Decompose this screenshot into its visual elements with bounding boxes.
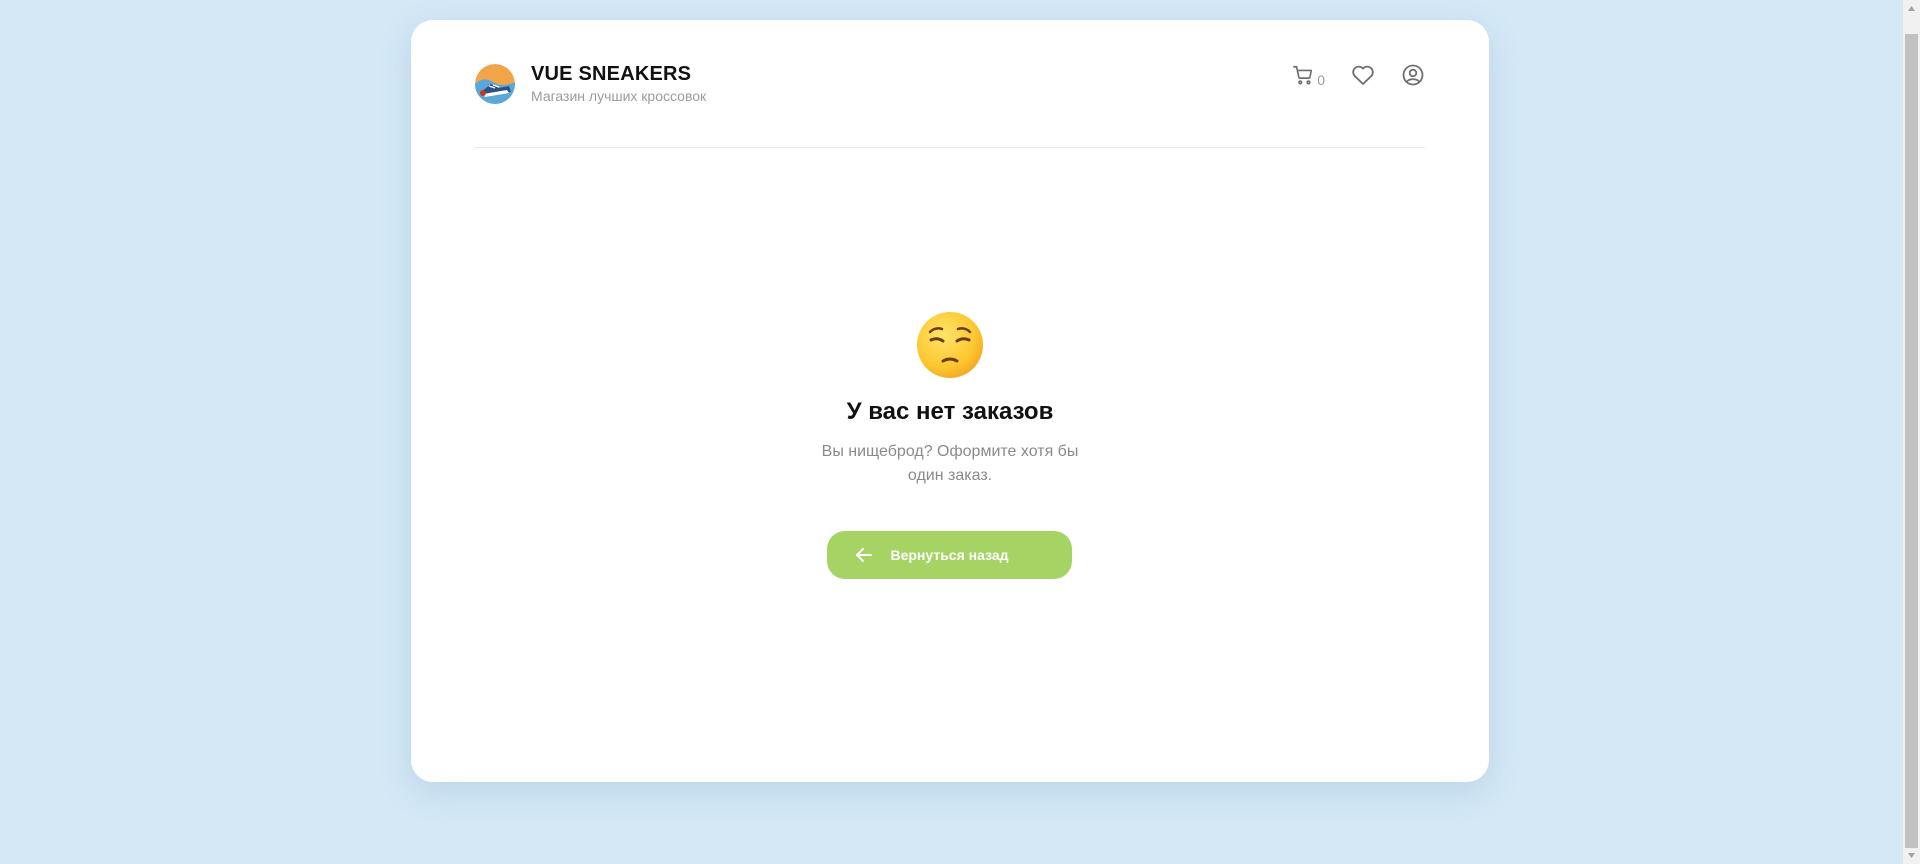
cart-count: 0 [1317,72,1325,88]
cart-icon [1292,64,1314,91]
empty-orders-state: У вас нет заказов Вы нищеброд? Оформите … [411,310,1489,488]
main-card: VUE SNEAKERS Магазин лучших кроссовок 0 [411,20,1489,782]
site-header: VUE SNEAKERS Магазин лучших кроссовок 0 [475,20,1425,148]
brand-title: VUE SNEAKERS [531,63,692,85]
scrollbar-thumb[interactable] [1905,34,1918,848]
back-button[interactable]: Вернуться назад [827,531,1072,579]
profile-button[interactable] [1401,63,1425,92]
logo-image[interactable] [475,64,515,104]
header-nav: 0 [1266,62,1425,92]
empty-description: Вы нищеброд? Оформите хотя бы один заказ… [821,443,1079,484]
vertical-scrollbar[interactable] [1903,0,1920,864]
heart-icon [1351,64,1375,91]
cart-button[interactable]: 0 [1292,64,1325,91]
brand-subtitle: Магазин лучших кроссовок [531,88,707,104]
back-button-label: Вернуться назад [890,547,1009,563]
scroll-up-arrow-icon[interactable] [1903,0,1920,17]
empty-title: У вас нет заказов [846,398,1054,425]
page: VUE SNEAKERS Магазин лучших кроссовок 0 [0,0,1920,864]
favorites-button[interactable] [1351,64,1375,91]
scroll-down-arrow-icon[interactable] [1903,847,1920,864]
pensive-face-icon [915,310,985,380]
user-icon [1401,63,1425,92]
